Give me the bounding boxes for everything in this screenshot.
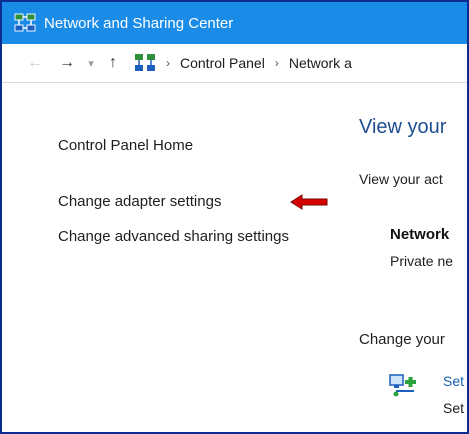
window: Network and Sharing Center ← → ▾ ↑ › Con… bbox=[0, 0, 469, 434]
network-setup-icon bbox=[389, 374, 416, 397]
breadcrumb-control-panel[interactable]: Control Panel bbox=[180, 55, 265, 71]
pointer-arrow-icon bbox=[290, 194, 328, 210]
active-networks-label: View your act bbox=[359, 171, 443, 187]
window-title: Network and Sharing Center bbox=[44, 14, 234, 32]
up-arrow-icon[interactable]: ↑ bbox=[102, 52, 124, 74]
page-heading: View your bbox=[359, 116, 447, 138]
network-name: Network bbox=[390, 226, 450, 243]
control-panel-home-link[interactable]: Control Panel Home bbox=[58, 135, 193, 157]
network-sharing-icon bbox=[14, 13, 36, 32]
breadcrumb-separator-icon[interactable]: › bbox=[166, 56, 170, 70]
network-sharing-icon bbox=[135, 54, 155, 71]
setup-new-connection-link[interactable]: Set bbox=[443, 373, 464, 389]
change-advanced-sharing-settings-link[interactable]: Change advanced sharing settings bbox=[58, 226, 298, 248]
chevron-down-icon[interactable]: ▾ bbox=[84, 52, 98, 74]
left-navigation-pane: Control Panel Home Change adapter settin… bbox=[2, 83, 347, 432]
setup-connection-description: Set bbox=[443, 400, 465, 416]
back-arrow-icon[interactable]: ← bbox=[24, 52, 46, 74]
forward-arrow-icon[interactable]: → bbox=[56, 52, 78, 74]
network-type: Private ne bbox=[390, 253, 454, 269]
title-bar[interactable]: Network and Sharing Center bbox=[2, 2, 467, 44]
address-bar: ← → ▾ ↑ › Control Panel › Network a bbox=[2, 44, 467, 83]
change-settings-heading: Change your bbox=[359, 331, 445, 348]
breadcrumb-separator-icon[interactable]: › bbox=[275, 56, 279, 70]
change-adapter-settings-link[interactable]: Change adapter settings bbox=[58, 191, 221, 213]
breadcrumb-network[interactable]: Network a bbox=[289, 55, 352, 71]
main-content: View your View your act Network Private … bbox=[357, 83, 467, 432]
